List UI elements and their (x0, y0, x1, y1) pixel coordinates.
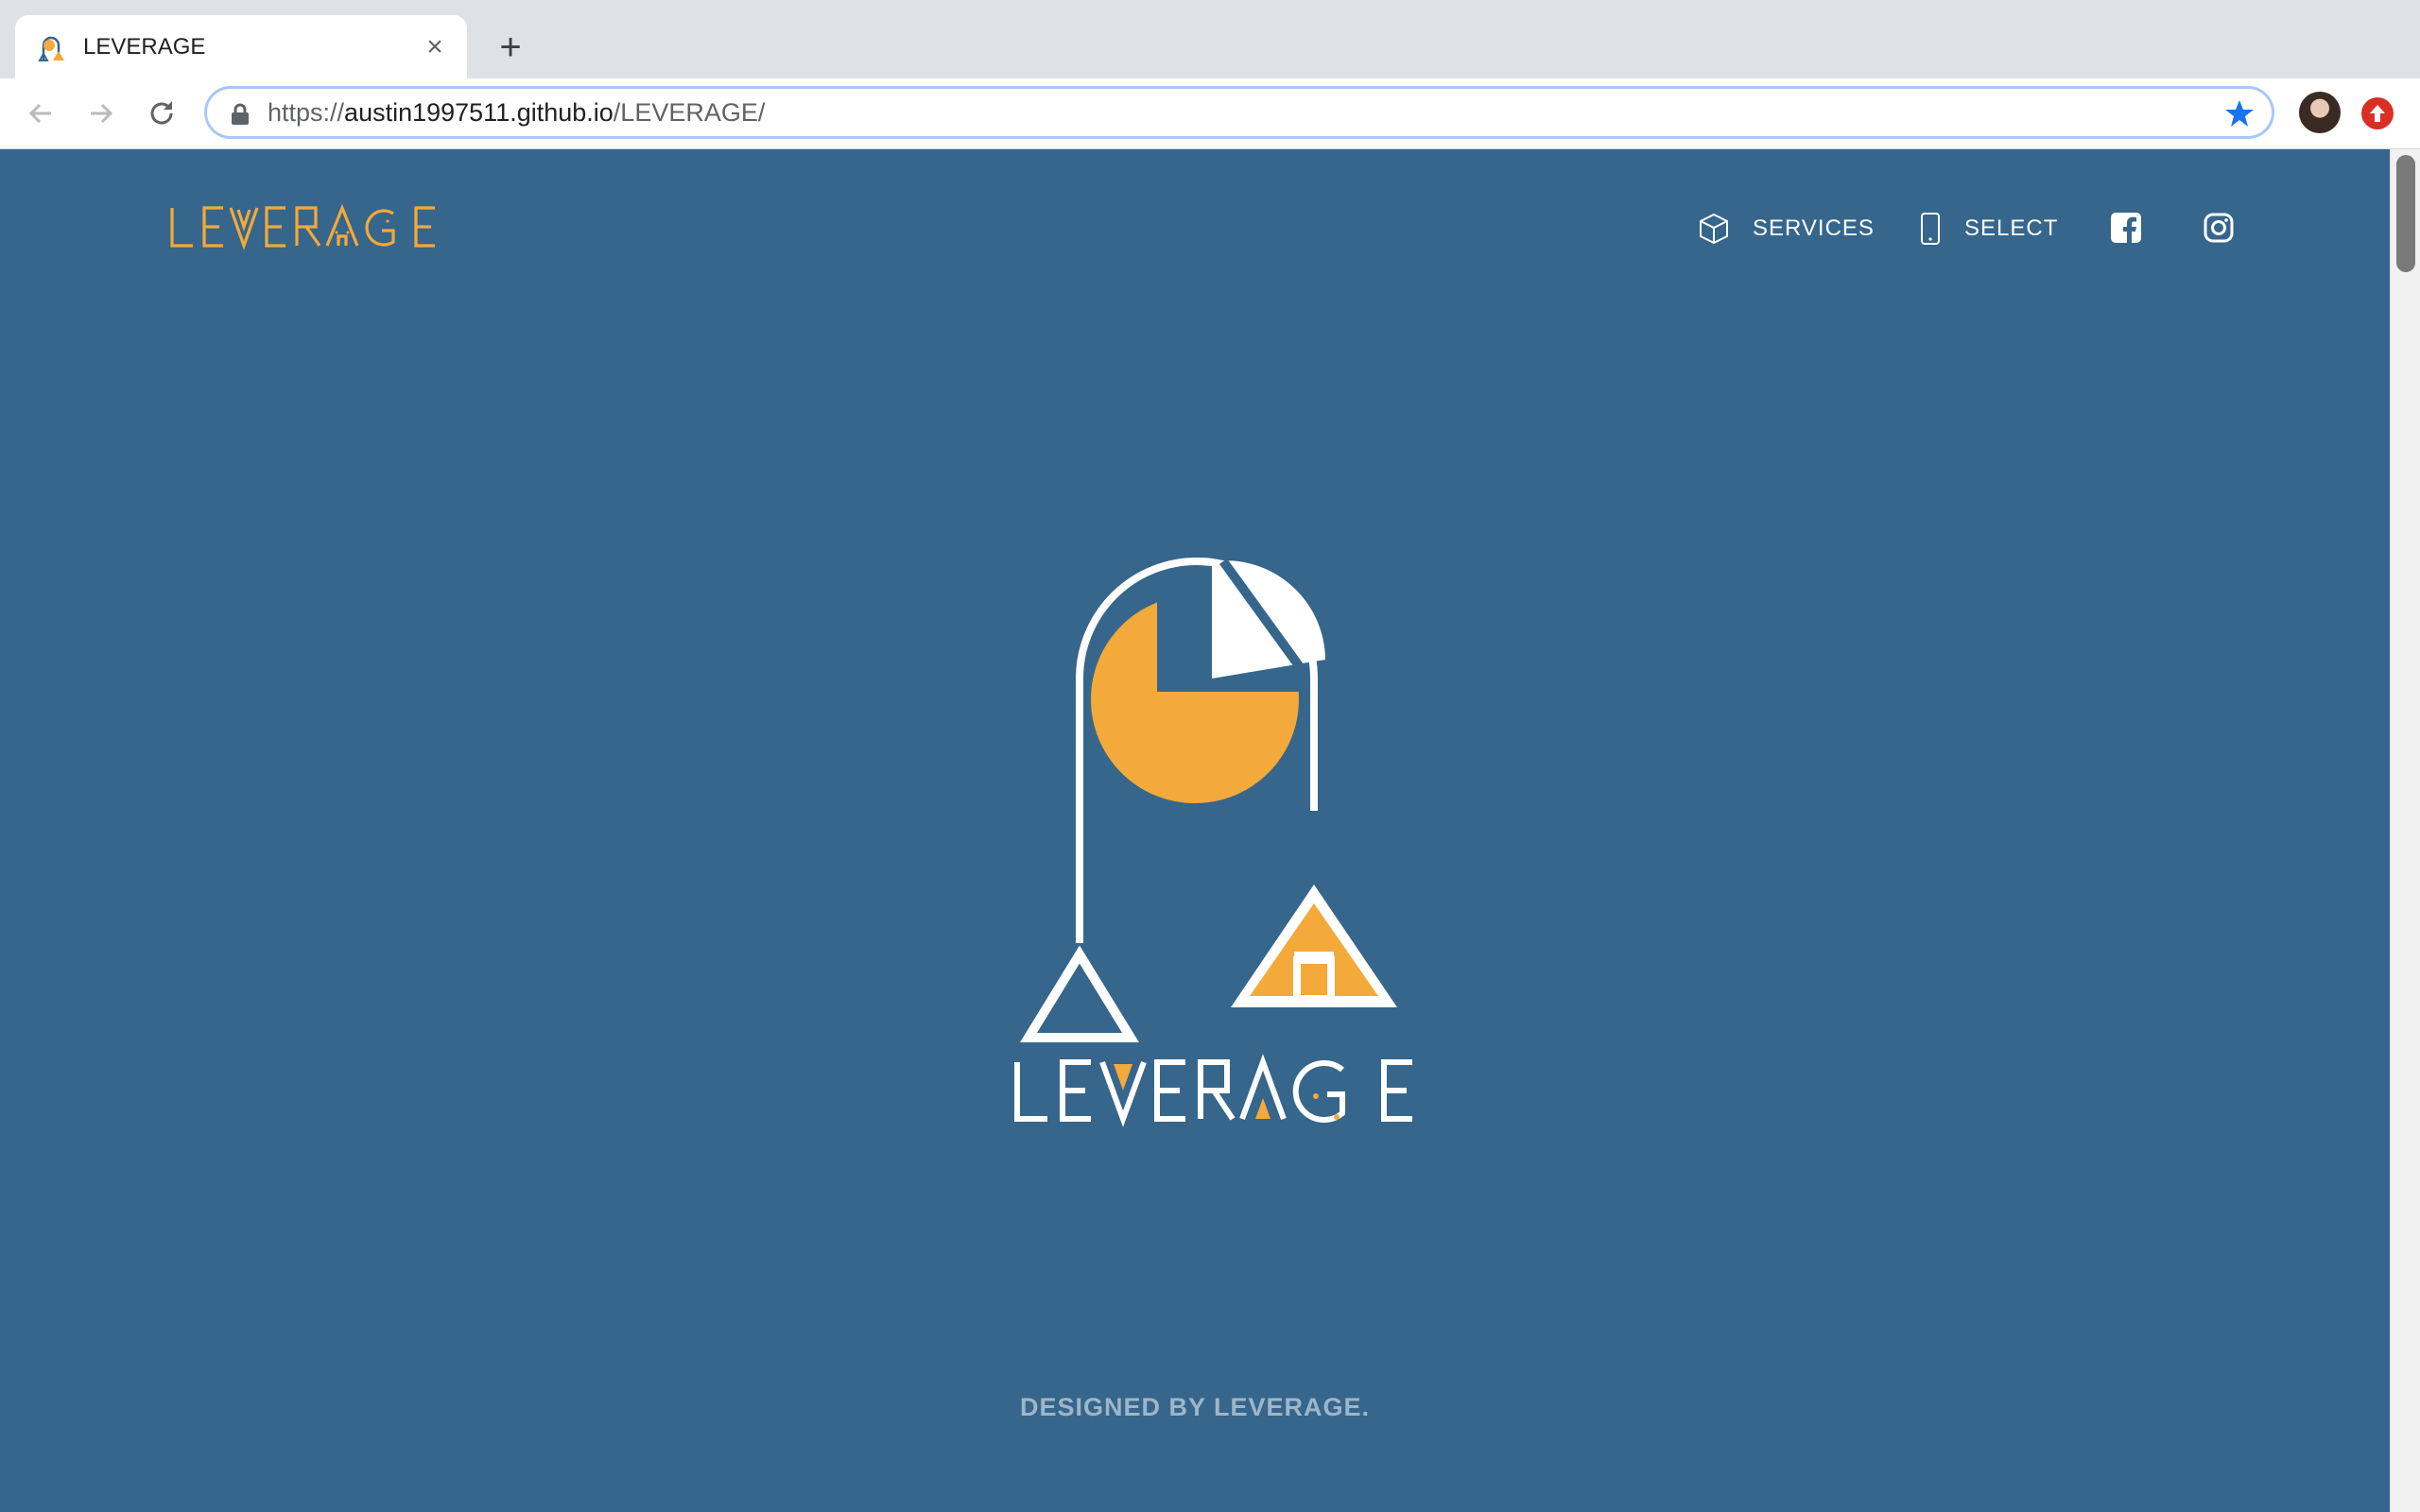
nav-select-label: SELECT (1964, 215, 2059, 241)
browser-toolbar: https://austin1997511.github.io/LEVERAGE… (0, 78, 2420, 149)
update-icon[interactable] (2361, 97, 2394, 129)
forward-button[interactable] (79, 92, 123, 135)
brand-logo[interactable] (168, 204, 441, 251)
nav-select[interactable]: SELECT (1919, 210, 2058, 248)
tab-title: LEVERAGE (83, 34, 206, 60)
facebook-icon[interactable] (2110, 212, 2142, 244)
address-bar[interactable]: https://austin1997511.github.io/LEVERAGE… (204, 86, 2274, 139)
nav-services[interactable]: SERVICES (1698, 210, 1875, 248)
url-text[interactable]: https://austin1997511.github.io/LEVERAGE… (268, 89, 765, 136)
lock-icon (232, 103, 249, 125)
new-tab-button[interactable]: + (492, 28, 529, 66)
browser-tab[interactable]: LEVERAGE × (15, 15, 467, 78)
url-scheme: https:// (268, 98, 345, 127)
mobile-phone-icon (1921, 213, 1940, 245)
tab-strip: LEVERAGE × + (0, 0, 2420, 78)
instagram-icon[interactable] (2203, 212, 2235, 244)
reload-button[interactable] (140, 92, 183, 135)
arrow-up-icon (2370, 105, 2385, 122)
page-content: SERVICES SELECT DESIGNED BY LEVERAGE. (0, 149, 2390, 1512)
tab-close-icon[interactable]: × (420, 32, 450, 62)
nav-services-label: SERVICES (1753, 215, 1875, 241)
back-button[interactable] (19, 92, 62, 135)
url-host: austin1997511.github.io (344, 98, 614, 127)
cube-icon (1700, 213, 1728, 245)
footer-credit: DESIGNED BY LEVERAGE. (1019, 1393, 1371, 1421)
back-arrow-icon (28, 103, 51, 124)
reload-icon (150, 101, 173, 125)
url-path: /LEVERAGE/ (613, 98, 766, 127)
forward-arrow-icon (91, 103, 113, 124)
page-scrollbar[interactable] (2390, 149, 2420, 1512)
hero-wordmark (1014, 1054, 1412, 1127)
leverage-favicon-icon (38, 36, 64, 61)
avatar[interactable] (2299, 92, 2341, 133)
star-icon[interactable] (2224, 98, 2255, 129)
scrollbar-thumb[interactable] (2396, 155, 2415, 272)
